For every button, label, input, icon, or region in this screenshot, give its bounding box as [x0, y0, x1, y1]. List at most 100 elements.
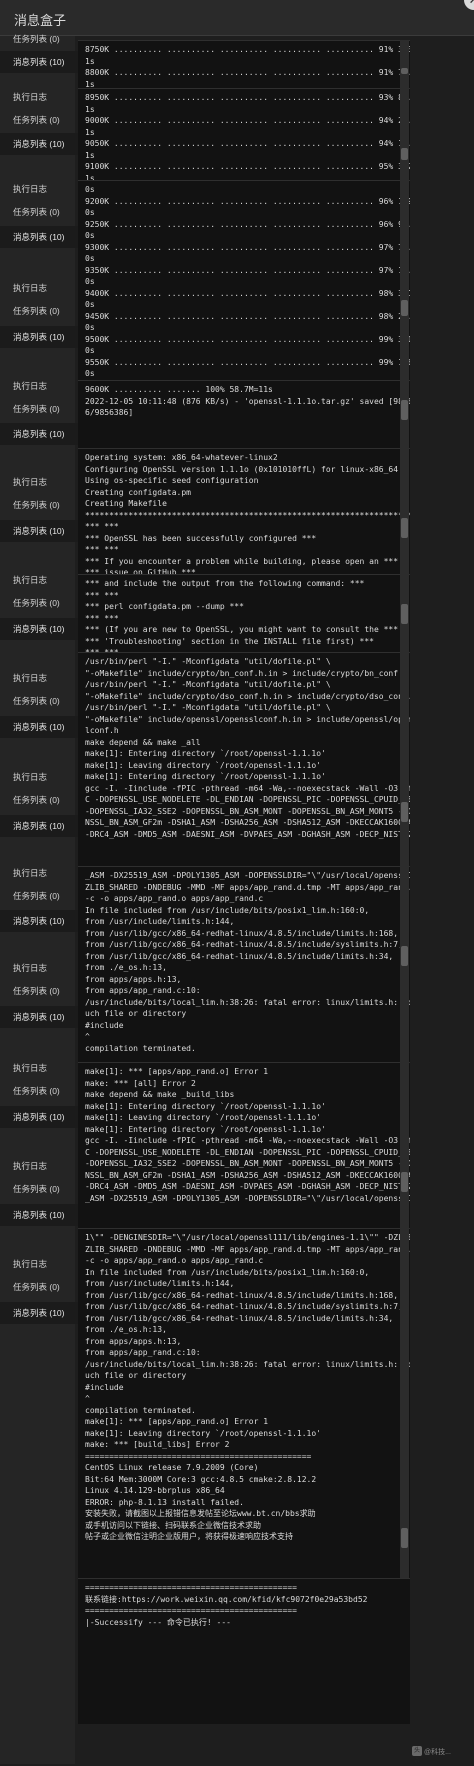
log-line: #include [85, 1020, 124, 1030]
nav-exec-log[interactable]: 执行日志 [0, 766, 80, 788]
log-line: gcc -I. -Iinclude -fPIC -pthread -m64 -W… [85, 1136, 410, 1145]
nav-task-list[interactable]: 任务列表 (0) [0, 690, 80, 712]
log-line: 0s [85, 208, 95, 217]
log-line: *** *** [85, 590, 119, 600]
log-line: make[1]: Leaving directory `/root/openss… [85, 1113, 322, 1122]
log-panel[interactable]: ========================================… [78, 1578, 410, 1724]
nav-message-list[interactable]: 消息列表 (10) [0, 716, 78, 738]
log-panel[interactable]: 1\"" -DENGINESDIR="\"/usr/local/openssl1… [78, 1228, 410, 1578]
nav-exec-log[interactable]: 执行日志 [0, 1057, 80, 1079]
log-line: Operating system: x86_64-whatever-linux2 [85, 453, 278, 462]
log-panel[interactable]: 8950K .......... .......... .......... .… [78, 88, 410, 180]
log-panel[interactable]: make[1]: *** [apps/app_rand.o] Error 1 ma… [78, 1062, 410, 1228]
log-line: make[1]: Leaving directory `/root/openss… [85, 1428, 322, 1438]
log-line: In file included from /usr/include/bits/… [85, 905, 370, 915]
log-line: make[1]: Entering directory `/root/opens… [85, 749, 326, 758]
nav-exec-log[interactable]: 执行日志 [0, 86, 80, 108]
nav-task-list[interactable]: 任务列表 (0) [0, 980, 80, 1002]
watermark-text: @科技... [424, 1749, 451, 1756]
nav-exec-log[interactable]: 执行日志 [0, 1253, 80, 1275]
nav-message-list[interactable]: 消息列表 (10) [0, 326, 78, 348]
log-scrollbar[interactable] [400, 180, 409, 380]
nav-message-list[interactable]: 消息列表 (10) [0, 815, 78, 837]
log-line: 联系链接:https://work.weixin.qq.com/kfid/kfc… [85, 1594, 368, 1604]
nav-message-list[interactable]: 消息列表 (10) [0, 226, 78, 248]
log-panel[interactable]: *** and include the output from the foll… [78, 574, 410, 652]
log-scrollbar-thumb[interactable] [401, 518, 408, 538]
nav-exec-log[interactable]: 执行日志 [0, 957, 80, 979]
nav-message-list[interactable]: 消息列表 (10) [0, 1006, 78, 1028]
log-scrollbar[interactable] [400, 448, 409, 574]
nav-task-list[interactable]: 任务列表 (0) [0, 494, 80, 516]
nav-message-list[interactable]: 消息列表 (10) [0, 618, 78, 640]
nav-task-list[interactable]: 任务列表 (0) [0, 300, 80, 322]
nav-exec-log[interactable]: 执行日志 [0, 277, 80, 299]
log-scrollbar-thumb[interactable] [401, 400, 408, 420]
log-scrollbar-thumb[interactable] [401, 68, 408, 74]
nav-task-list[interactable]: 任务列表 (0) [0, 1276, 80, 1298]
log-line: ****************************************… [85, 510, 410, 520]
log-line: 1\"" -DENGINESDIR="\"/usr/local/openssl1… [85, 1233, 410, 1242]
log-scrollbar-thumb[interactable] [401, 1172, 408, 1192]
log-panel[interactable]: 8750K .......... .......... .......... .… [78, 40, 410, 88]
log-line: /usr/bin/perl "-I." -Mconfigdata "util/d… [85, 657, 331, 666]
log-line: _ASM -DX25519_ASM -DPOLY1305_ASM -DOPENS… [85, 1193, 410, 1203]
log-scrollbar-thumb[interactable] [401, 1528, 408, 1548]
nav-message-list[interactable]: 消息列表 (10) [0, 1204, 78, 1226]
log-line: NSSL_BN_ASM_GF2m -DSHA1_ASM -DSHA256_ASM… [85, 818, 410, 827]
log-line: -c -o apps/app_rand.o apps/app_rand.c [85, 1256, 264, 1265]
log-scrollbar-thumb[interactable] [401, 802, 408, 822]
nav-task-list[interactable]: 任务列表 (0) [0, 28, 80, 50]
nav-message-list[interactable]: 消息列表 (10) [0, 423, 78, 445]
log-scrollbar[interactable] [400, 652, 409, 866]
log-line: 0s [85, 323, 95, 332]
log-panel[interactable]: _ASM -DX25519_ASM -DPOLY1305_ASM -DOPENS… [78, 866, 410, 1062]
nav-exec-log[interactable]: 执行日志 [0, 862, 80, 884]
nav-task-list[interactable]: 任务列表 (0) [0, 885, 80, 907]
nav-exec-log[interactable]: 执行日志 [0, 667, 80, 689]
nav-message-list[interactable]: 消息列表 (10) [0, 910, 78, 932]
log-panel[interactable]: Operating system: x86_64-whatever-linux2… [78, 448, 410, 574]
log-scrollbar[interactable] [400, 88, 409, 180]
log-line: #include [85, 1382, 124, 1392]
log-scrollbar[interactable] [400, 1228, 409, 1578]
log-line: 9050K .......... .......... .......... .… [85, 139, 410, 148]
log-line: ^ [85, 1032, 90, 1041]
nav-message-list[interactable]: 消息列表 (10) [0, 520, 78, 542]
log-scrollbar[interactable] [400, 1062, 409, 1228]
nav-task-list[interactable]: 任务列表 (0) [0, 398, 80, 420]
nav-task-list[interactable]: 任务列表 (0) [0, 789, 80, 811]
log-scrollbar-thumb[interactable] [401, 604, 408, 624]
log-line: 0s [85, 185, 95, 194]
log-line: Creating configdata.pm [85, 487, 191, 497]
log-panel[interactable]: 0s 9200K .......... .......... ..........… [78, 180, 410, 380]
nav-message-list[interactable]: 消息列表 (10) [0, 133, 78, 155]
log-line: make[1]: Entering directory `/root/opens… [85, 772, 326, 781]
nav-exec-log[interactable]: 执行日志 [0, 569, 80, 591]
watermark-badge: 头条 [412, 1746, 422, 1764]
nav-task-list[interactable]: 任务列表 (0) [0, 1080, 80, 1102]
log-line: make[1]: Entering directory `/root/opens… [85, 1101, 326, 1111]
log-scrollbar-thumb[interactable] [401, 946, 408, 966]
log-line: 9450K .......... .......... .......... .… [85, 311, 410, 321]
nav-exec-log[interactable]: 执行日志 [0, 178, 80, 200]
log-line: /usr/bin/perl "-I." -Mconfigdata "util/d… [85, 703, 331, 712]
log-line: make depend && make _build_libs [85, 1090, 235, 1099]
nav-task-list[interactable]: 任务列表 (0) [0, 201, 80, 223]
log-scrollbar-thumb[interactable] [401, 148, 408, 160]
log-scrollbar-thumb[interactable] [401, 300, 408, 316]
nav-exec-log[interactable]: 执行日志 [0, 471, 80, 493]
nav-exec-log[interactable]: 执行日志 [0, 375, 80, 397]
nav-message-list[interactable]: 消息列表 (10) [0, 1302, 78, 1324]
log-scrollbar[interactable] [400, 40, 409, 88]
log-panel[interactable]: 9600K .......... ....... 100% 58.7M=11s 2… [78, 380, 410, 448]
log-line: 1s [85, 173, 95, 181]
nav-message-list[interactable]: 消息列表 (10) [0, 51, 78, 73]
log-line: ========================================… [85, 1583, 297, 1592]
nav-message-list[interactable]: 消息列表 (10) [0, 1106, 78, 1128]
nav-exec-log[interactable]: 执行日志 [0, 1155, 80, 1177]
log-panel[interactable]: /usr/bin/perl "-I." -Mconfigdata "util/d… [78, 652, 410, 866]
nav-task-list[interactable]: 任务列表 (0) [0, 592, 80, 614]
nav-task-list[interactable]: 任务列表 (0) [0, 1178, 80, 1200]
nav-task-list[interactable]: 任务列表 (0) [0, 109, 80, 131]
